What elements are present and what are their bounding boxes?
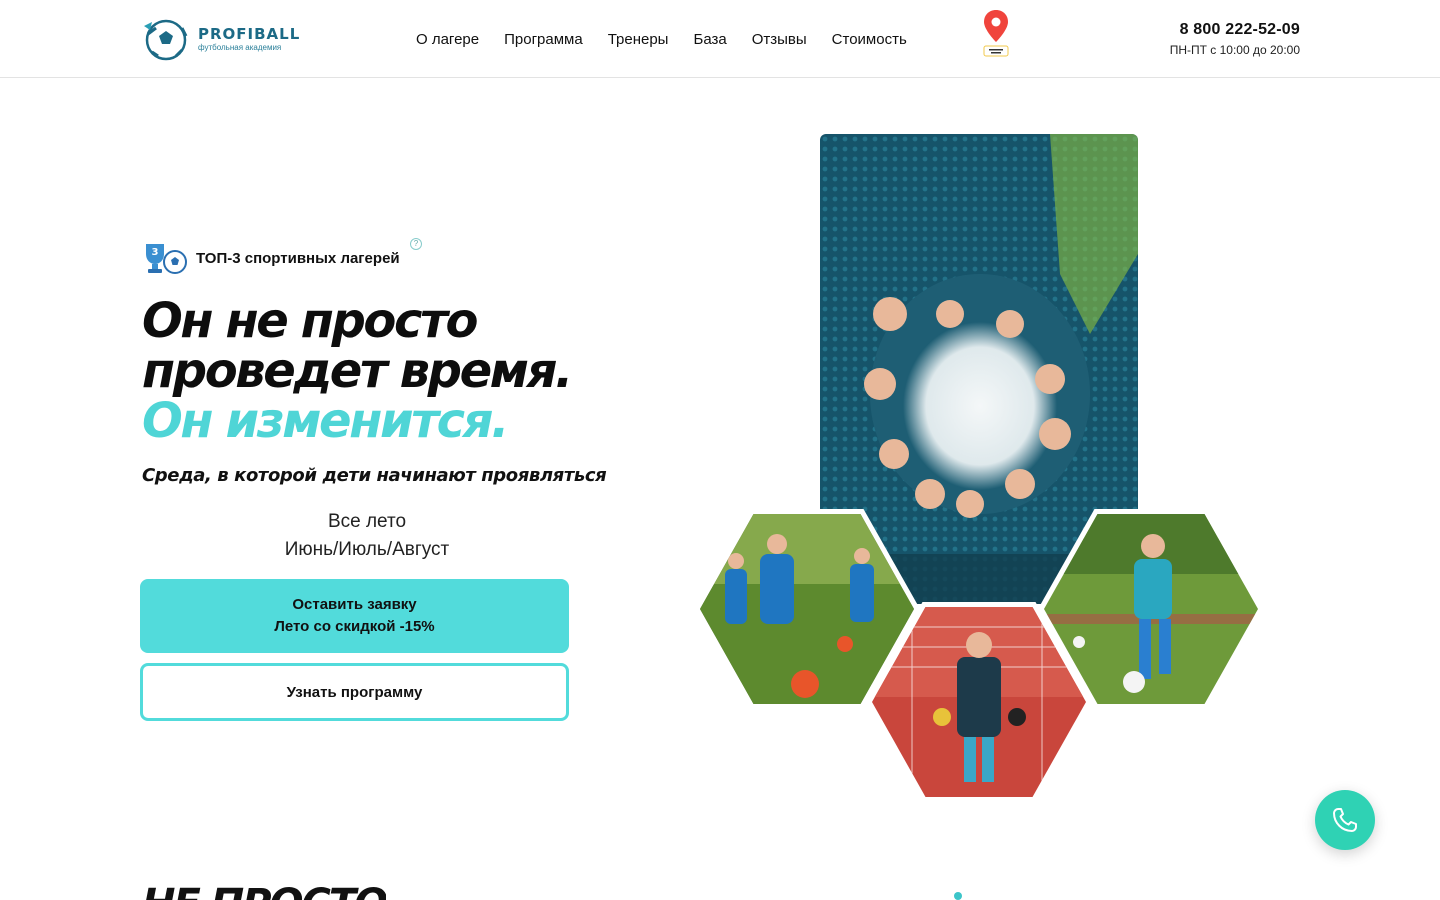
apply-button-label: Оставить заявку: [292, 596, 417, 613]
nav-item-program[interactable]: Программа: [504, 30, 583, 50]
site-header: PROFIBALL футбольная академия О лагере П…: [0, 0, 1440, 78]
apply-button[interactable]: Оставить заявку Лето со скидкой -15%: [140, 579, 569, 653]
learn-program-button[interactable]: Узнать программу: [140, 663, 569, 721]
hero-title-accent: Он изменится.: [142, 393, 509, 449]
hero-title-line2: проведет время.: [142, 343, 573, 399]
apply-button-discount: Лето со скидкой -15%: [274, 618, 435, 635]
next-section-title: НЕ ПРОСТО: [142, 884, 386, 900]
photo-collage: [694, 134, 1264, 804]
working-hours: ПН-ПТ с 10:00 до 20:00: [1169, 43, 1300, 57]
map-pin-icon[interactable]: [980, 8, 1012, 60]
season-line1: Все лето: [327, 511, 407, 532]
help-icon[interactable]: ?: [410, 238, 422, 250]
contacts: 8 800 222-52-09 ПН-ПТ с 10:00 до 20:00: [1170, 20, 1300, 58]
call-button[interactable]: [1315, 790, 1375, 850]
logo-subtitle: футбольная академия: [198, 42, 282, 52]
hero-title: Он не просто проведет время. Он изменитс…: [142, 296, 702, 446]
season-info: Все лето Июнь/Июль/Август: [142, 508, 592, 564]
phone-icon: [1333, 808, 1357, 832]
nav-item-base[interactable]: База: [693, 30, 726, 50]
phone-number[interactable]: 8 800 222-52-09: [1170, 20, 1300, 40]
nav-item-about[interactable]: О лагере: [416, 30, 479, 50]
badge-number: 3: [152, 247, 159, 258]
top3-badge: 3 ТОП-3 спортивных лагерей: [142, 240, 400, 276]
logo[interactable]: PROFIBALL футбольная академия: [142, 16, 300, 62]
nav-item-coaches[interactable]: Тренеры: [608, 30, 669, 50]
season-line2: Июнь/Июль/Август: [284, 539, 450, 560]
badge-text: ТОП-3 спортивных лагерей: [196, 249, 400, 267]
nav-item-reviews[interactable]: Отзывы: [752, 30, 807, 50]
main-nav: О лагере Программа Тренеры База Отзывы С…: [416, 30, 907, 50]
decorative-dot: [954, 892, 962, 900]
trophy-ball-icon: 3: [146, 244, 187, 274]
hero-title-line1: Он не просто: [142, 293, 478, 349]
nav-item-price[interactable]: Стоимость: [832, 30, 907, 50]
logo-name: PROFIBALL: [198, 24, 301, 43]
soccer-ball-logo-icon: [144, 19, 188, 61]
hero-subtitle: Среда, в которой дети начинают проявлять…: [142, 465, 607, 486]
